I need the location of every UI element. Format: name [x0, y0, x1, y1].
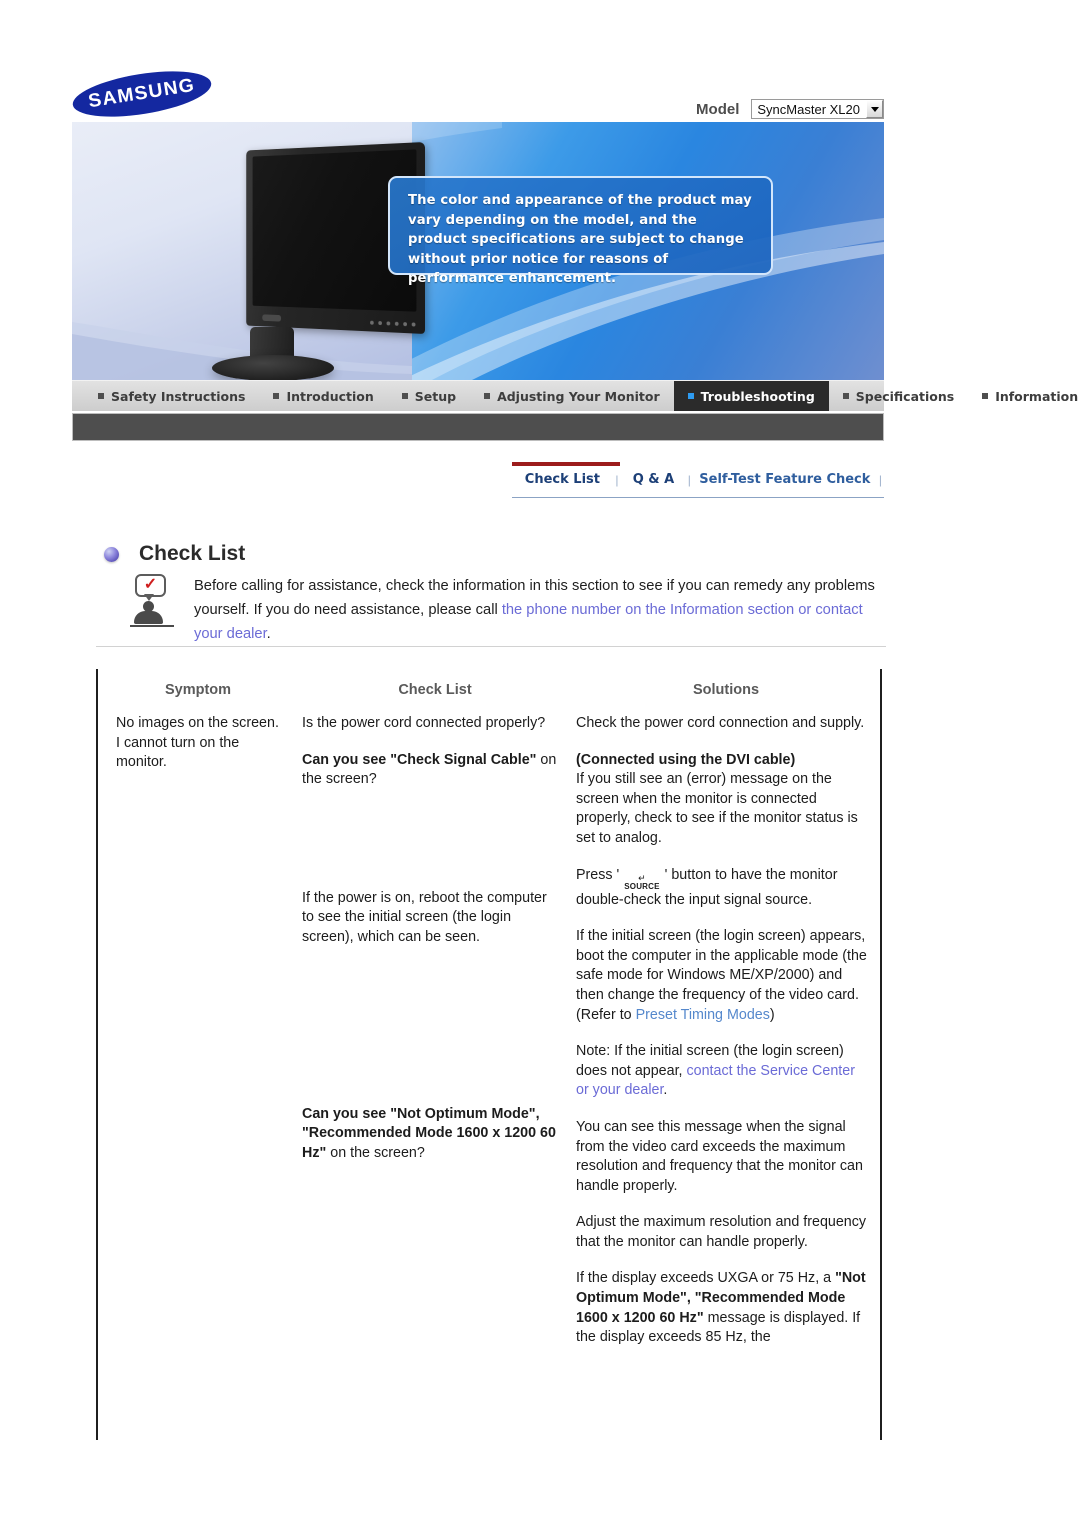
nav-item-setup[interactable]: Setup	[388, 381, 470, 411]
nav-label: Introduction	[286, 388, 374, 404]
solution-item-7: Adjust the maximum resolution and freque…	[576, 1214, 867, 1250]
bullet-square-icon	[484, 393, 491, 399]
solution-item-2-rest: If you still see an (error) message on t…	[576, 771, 858, 846]
solution-item-1: Check the power cord connection and supp…	[576, 715, 865, 731]
solution-item-3: Press ' ↵ SOURCE ' button to have the mon…	[576, 866, 870, 911]
subtab-separator: |	[615, 472, 619, 487]
solution-item-4: If the initial screen (the login screen)…	[576, 927, 870, 1025]
cell-check-list: Is the power cord connected properly? Ca…	[298, 711, 572, 1348]
solution-item-4-refer-pre: (Refer to	[576, 1006, 636, 1023]
subtab-q-and-a[interactable]: Q & A	[631, 472, 677, 487]
nav-label: Troubleshooting	[700, 388, 815, 404]
bullet-square-icon	[842, 393, 849, 399]
checklist-item-2-bold: Can you see "Check Signal Cable"	[302, 751, 537, 768]
preset-timing-modes-link[interactable]: Preset Timing Modes	[636, 1007, 770, 1023]
checklist-item-1: Is the power cord connected properly?	[302, 715, 546, 731]
nav-item-introduction[interactable]: Introduction	[259, 381, 387, 411]
nav-item-safety-instructions[interactable]: Safety Instructions	[84, 381, 259, 411]
model-dropdown[interactable]: SyncMaster XL20	[751, 99, 884, 119]
subtab-separator: |	[687, 472, 691, 487]
model-selector-row: Model SyncMaster XL20	[696, 99, 884, 119]
section-heading: Check List	[104, 542, 245, 566]
model-selected-value: SyncMaster XL20	[757, 101, 860, 117]
sphere-bullet-icon	[104, 546, 119, 562]
checklist-item-4-rest: on the screen?	[326, 1144, 425, 1161]
nav-label: Information	[995, 388, 1079, 404]
bullet-square-icon	[687, 393, 694, 399]
checklist-table: Symptom Check List Solutions No images o…	[96, 669, 882, 1440]
nav-label: Specifications	[855, 388, 955, 404]
check-mark-icon: ✓	[143, 575, 158, 593]
symptom-text: No images on the screen. I cannot turn o…	[116, 715, 279, 771]
logo-text: SAMSUNG	[87, 74, 197, 113]
nav-label: Adjusting Your Monitor	[497, 388, 660, 404]
logo-ellipse: SAMSUNG	[69, 63, 215, 125]
nav-label: Setup	[414, 388, 457, 404]
page-title: Check List	[139, 542, 246, 565]
bullet-square-icon	[982, 393, 989, 399]
solution-item-2-bold: (Connected using the DVI cable)	[576, 751, 796, 768]
bullet-square-icon	[273, 393, 280, 399]
monitor-stand-base	[212, 355, 334, 380]
solution-item-8-pre: If the display exceeds UXGA or 75 Hz, a	[576, 1270, 836, 1287]
samsung-logo: SAMSUNG	[69, 63, 215, 125]
subtab-self-test-feature-check[interactable]: Self-Test Feature Check	[697, 472, 872, 487]
solution-item-2: (Connected using the DVI cable) If you st…	[576, 751, 870, 849]
return-arrow-glyph: ↵	[638, 872, 646, 883]
solution-item-8: If the display exceeds UXGA or 75 Hz, a …	[576, 1269, 870, 1347]
nav-label: Safety Instructions	[111, 388, 246, 404]
product-banner: The color and appearance of the product …	[72, 122, 884, 380]
column-header-check-list: Check List	[398, 682, 472, 698]
bullet-square-icon	[98, 393, 104, 399]
cell-solutions: Check the power cord connection and supp…	[572, 711, 880, 1348]
intro-block: ✓ Before calling for assistance, check t…	[130, 574, 890, 646]
nav-item-adjusting-your-monitor[interactable]: Adjusting Your Monitor	[470, 381, 674, 411]
checklist-item-4: Can you see "Not Optimum Mode", "Recomme…	[302, 1105, 558, 1164]
checklist-item-3: If the power is on, reboot the computer …	[302, 889, 547, 945]
solution-item-4-text: If the initial screen (the login screen)…	[576, 928, 867, 1003]
subtab-check-list[interactable]: Check List	[523, 472, 602, 487]
nav-dark-bar	[72, 413, 884, 441]
model-label: Model	[696, 100, 740, 118]
bullet-square-icon	[401, 393, 408, 399]
checklist-item-2: Can you see "Check Signal Cable" on the …	[302, 751, 558, 790]
table-row: No images on the screen. I cannot turn o…	[98, 711, 880, 1348]
solution-item-4-refer-post: )	[769, 1006, 775, 1023]
column-header-symptom: Symptom	[164, 682, 232, 698]
solution-item-3-pre: Press '	[576, 866, 624, 883]
table-header-row: Symptom Check List Solutions	[98, 669, 880, 711]
chevron-down-icon[interactable]	[866, 100, 883, 118]
monitor-brand-mark	[262, 314, 282, 322]
column-header-solutions: Solutions	[692, 682, 760, 698]
intro-text: Before calling for assistance, check the…	[194, 574, 890, 646]
intro-text-part2: .	[266, 626, 271, 642]
solution-item-5: Note: If the initial screen (the login s…	[576, 1042, 870, 1101]
nav-item-information[interactable]: Information	[968, 381, 1080, 411]
cell-symptom: No images on the screen. I cannot turn o…	[98, 711, 298, 1348]
sub-navigation: Check List | Q & A | Self-Test Feature C…	[512, 462, 884, 498]
source-button-icon: ↵ SOURCE	[623, 872, 660, 891]
monitor-photo-backdrop	[72, 122, 425, 380]
divider	[96, 646, 886, 647]
source-button-label: SOURCE	[624, 881, 660, 891]
solution-item-6: You can see this message when the signal…	[576, 1118, 863, 1194]
nav-item-specifications[interactable]: Specifications	[829, 381, 968, 411]
nav-item-troubleshooting[interactable]: Troubleshooting	[673, 381, 829, 411]
subtab-separator: |	[878, 472, 882, 487]
product-notice-box: The color and appearance of the product …	[388, 176, 773, 286]
main-navigation: Safety Instructions Introduction Setup A…	[72, 380, 1078, 411]
solution-item-5-post: .	[663, 1082, 668, 1099]
person-with-checkmark-bubble-icon: ✓	[130, 574, 176, 632]
